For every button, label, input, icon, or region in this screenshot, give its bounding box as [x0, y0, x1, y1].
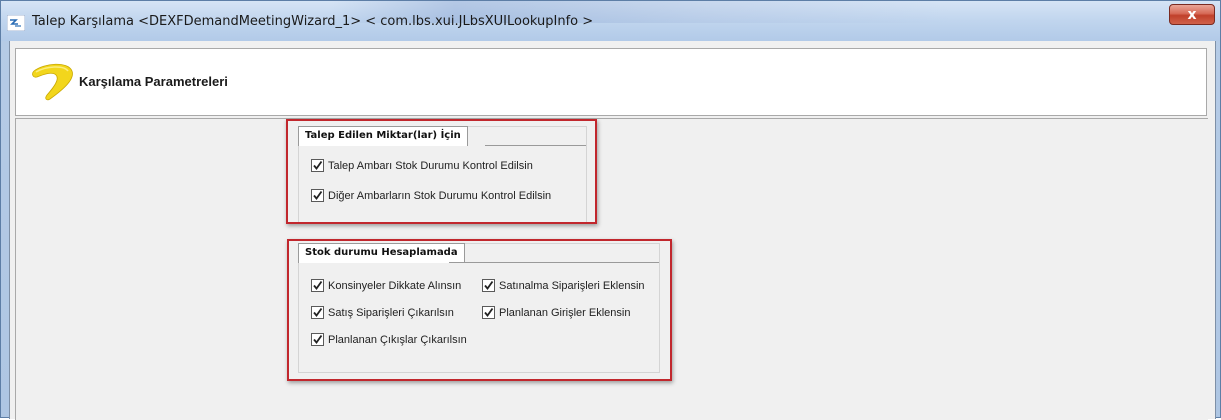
close-icon: x: [1187, 6, 1197, 23]
window-frame: Talep Karşılama <DEXFDemandMeetingWizard…: [0, 0, 1221, 420]
highlight-box-requested-quantities: [286, 119, 597, 224]
content-panel: Talep Edilen Miktar(lar) İçin Talep Amba…: [15, 118, 1208, 420]
close-button[interactable]: x: [1169, 4, 1215, 25]
title-bar[interactable]: Talep Karşılama <DEXFDemandMeetingWizard…: [1, 1, 1220, 41]
page-title: Karşılama Parametreleri: [79, 74, 228, 89]
logo-icon: [32, 63, 73, 101]
client-area: Karşılama Parametreleri Talep Edilen Mik…: [9, 41, 1216, 420]
app-icon: [7, 15, 25, 31]
header-panel: Karşılama Parametreleri: [15, 48, 1207, 116]
highlight-box-stock-calculation: [287, 239, 672, 381]
window-title: Talep Karşılama <DEXFDemandMeetingWizard…: [32, 14, 594, 29]
